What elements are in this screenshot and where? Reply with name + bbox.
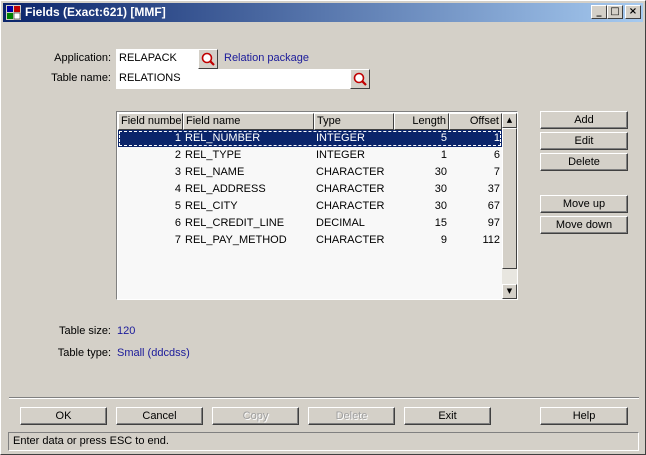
fields-grid[interactable]: Field number Field name Type Length Offs… (116, 111, 518, 300)
scroll-thumb[interactable] (502, 128, 517, 269)
application-lookup-button[interactable] (198, 49, 218, 69)
arrow-down-icon: ▼ (506, 287, 513, 295)
magnifier-icon (201, 52, 215, 66)
grid-header: Field number Field name Type Length Offs… (118, 113, 502, 130)
application-description: Relation package (224, 52, 310, 64)
table-row[interactable]: 5 REL_CITY CHARACTER 30 67 (118, 198, 502, 215)
column-header-length[interactable]: Length (394, 113, 449, 130)
type-cell: CHARACTER (316, 166, 385, 178)
field-number-cell: 5 (174, 200, 181, 212)
close-icon: × (628, 6, 638, 17)
offset-cell: 97 (487, 217, 500, 229)
type-cell: CHARACTER (316, 234, 385, 246)
move-up-button[interactable]: Move up (540, 195, 628, 213)
status-bar: Enter data or press ESC to end. (8, 432, 639, 451)
table-size-label: Table size: (59, 325, 111, 337)
table-row[interactable]: 1 REL_NUMBER INTEGER 5 1 (118, 130, 502, 147)
application-label: Application: (54, 52, 111, 64)
offset-cell: 112 (482, 234, 500, 246)
scroll-up-button[interactable]: ▲ (502, 113, 517, 128)
field-name-cell: REL_ADDRESS (185, 183, 266, 195)
table-row[interactable]: 6 REL_CREDIT_LINE DECIMAL 15 97 (118, 215, 502, 232)
window-title: Fields (Exact:621) [MMF] (25, 5, 166, 19)
length-cell: 15 (434, 217, 447, 229)
fields-window: Fields (Exact:621) [MMF] _ □ × Applicati… (0, 0, 646, 455)
length-cell: 30 (434, 200, 447, 212)
app-window-icon (6, 5, 21, 20)
type-cell: CHARACTER (316, 183, 385, 195)
offset-cell: 6 (493, 149, 500, 161)
offset-cell: 1 (493, 132, 500, 144)
field-number-cell: 3 (174, 166, 181, 178)
magnifier-icon (353, 72, 367, 86)
fields-grid-body: Field number Field name Type Length Offs… (118, 113, 502, 299)
table-row[interactable]: 7 REL_PAY_METHOD CHARACTER 9 112 (118, 232, 502, 249)
bottom-separator (9, 397, 639, 399)
column-header-offset[interactable]: Offset (449, 113, 502, 130)
field-number-cell: 6 (174, 217, 181, 229)
arrow-up-icon: ▲ (506, 116, 513, 124)
table-name-input[interactable]: RELATIONS (116, 69, 350, 89)
field-number-cell: 7 (174, 234, 181, 246)
delete-button[interactable]: Delete (308, 407, 395, 425)
length-cell: 9 (440, 234, 447, 246)
field-name-cell: REL_CITY (185, 200, 238, 212)
cancel-button[interactable]: Cancel (116, 407, 203, 425)
offset-cell: 37 (487, 183, 500, 195)
minimize-icon: _ (596, 6, 602, 17)
edit-button[interactable]: Edit (540, 132, 628, 150)
exit-button[interactable]: Exit (404, 407, 491, 425)
length-cell: 5 (440, 132, 447, 144)
grid-vertical-scrollbar[interactable]: ▲ ▼ (502, 113, 517, 299)
field-name-cell: REL_TYPE (185, 149, 242, 161)
copy-button[interactable]: Copy (212, 407, 299, 425)
title-bar[interactable]: Fields (Exact:621) [MMF] _ □ × (3, 3, 643, 22)
application-input[interactable]: RELAPACK (116, 49, 198, 69)
type-cell: CHARACTER (316, 200, 385, 212)
type-cell: DECIMAL (316, 217, 365, 229)
field-name-cell: REL_CREDIT_LINE (185, 217, 285, 229)
minimize-button[interactable]: _ (591, 5, 607, 19)
close-button[interactable]: × (625, 5, 641, 19)
table-type-label: Table type: (57, 347, 111, 359)
table-row[interactable]: 4 REL_ADDRESS CHARACTER 30 37 (118, 181, 502, 198)
table-size-value: 120 (117, 325, 136, 337)
field-number-cell: 1 (174, 132, 181, 144)
offset-cell: 67 (487, 200, 500, 212)
table-row[interactable]: 2 REL_TYPE INTEGER 1 6 (118, 147, 502, 164)
length-cell: 30 (434, 166, 447, 178)
table-name-label: Table name: (51, 72, 111, 84)
offset-cell: 7 (493, 166, 500, 178)
table-row[interactable]: 3 REL_NAME CHARACTER 30 7 (118, 164, 502, 181)
field-number-cell: 2 (174, 149, 181, 161)
column-header-field-name[interactable]: Field name (183, 113, 314, 130)
move-down-button[interactable]: Move down (540, 216, 628, 234)
field-name-cell: REL_NUMBER (185, 132, 261, 144)
maximize-button[interactable]: □ (607, 5, 623, 19)
column-header-field-number[interactable]: Field number (118, 113, 183, 130)
scroll-down-button[interactable]: ▼ (502, 284, 517, 299)
column-header-type[interactable]: Type (314, 113, 394, 130)
table-name-lookup-button[interactable] (350, 69, 370, 89)
field-name-cell: REL_NAME (185, 166, 245, 178)
field-number-cell: 4 (174, 183, 181, 195)
help-button[interactable]: Help (540, 407, 628, 425)
add-button[interactable]: Add (540, 111, 628, 129)
ok-button[interactable]: OK (20, 407, 107, 425)
type-cell: INTEGER (316, 149, 365, 161)
delete-field-button[interactable]: Delete (540, 153, 628, 171)
maximize-icon: □ (610, 6, 620, 17)
type-cell: INTEGER (316, 132, 365, 144)
length-cell: 30 (434, 183, 447, 195)
length-cell: 1 (440, 149, 447, 161)
table-type-value: Small (ddcdss) (117, 347, 190, 359)
field-name-cell: REL_PAY_METHOD (185, 234, 287, 246)
